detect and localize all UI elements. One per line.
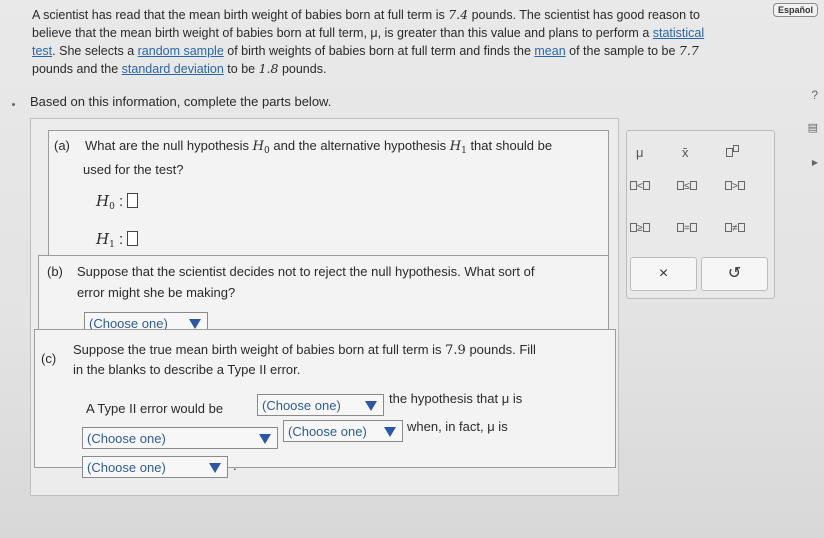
part-a-question: What are the null hypothesis H0 and the … <box>85 138 553 156</box>
sentence-period: . <box>233 458 237 473</box>
clear-button[interactable]: × <box>630 257 697 291</box>
type2-action-dropdown[interactable]: (Choose one) <box>257 394 384 416</box>
page: Español A scientist has read that the me… <box>0 0 824 538</box>
type2-sentence-end: when, in fact, μ is <box>407 419 508 434</box>
type2-sentence-start: A Type II error would be <box>86 401 224 416</box>
language-button[interactable]: Español <box>772 3 818 17</box>
link-statistical-test[interactable]: statistical <box>653 26 704 40</box>
bullet <box>12 103 15 106</box>
type2-condition-dropdown[interactable]: (Choose one) <box>283 420 403 442</box>
calculator-icon[interactable]: ▤ <box>808 121 818 134</box>
undo-button[interactable]: ↺ <box>701 257 768 291</box>
link-mean[interactable]: mean <box>534 44 565 58</box>
part-a-question-cont: used for the test? <box>83 162 184 177</box>
chevron-down-icon <box>384 427 396 437</box>
not-equal-key[interactable]: ≠ <box>725 223 745 234</box>
type2-hypothesis-dropdown[interactable]: (Choose one) <box>82 427 278 449</box>
xbar-key[interactable]: x̄ <box>682 145 689 160</box>
less-than-key[interactable]: < <box>630 181 650 192</box>
less-equal-key[interactable]: ≤ <box>677 181 697 192</box>
play-icon[interactable]: ▶ <box>812 158 818 167</box>
part-b-question: Suppose that the scientist decides not t… <box>77 264 535 279</box>
problem-intro: A scientist has read that the mean birth… <box>32 7 705 76</box>
greater-equal-key[interactable]: ≥ <box>630 223 650 234</box>
null-hypothesis-input[interactable] <box>127 193 139 208</box>
type2-truth-dropdown[interactable]: (Choose one) <box>82 456 228 478</box>
math-palette: μ x̄ < ≤ > ≥ = ≠ × ↺ <box>626 130 775 299</box>
superscript-key[interactable] <box>726 145 739 159</box>
alt-hypothesis-row: H1 : <box>96 230 139 250</box>
null-hypothesis-row: H0 : <box>96 192 139 212</box>
greater-than-key[interactable]: > <box>725 181 745 192</box>
type2-sentence-mid: the hypothesis that μ is <box>389 391 523 406</box>
part-c-question: Suppose the true mean birth weight of ba… <box>73 342 536 377</box>
part-b-question-cont: error might she be making? <box>77 285 236 300</box>
chevron-down-icon <box>259 434 271 444</box>
chevron-down-icon <box>209 463 221 473</box>
part-a-label: (a) <box>54 138 70 153</box>
help-icon[interactable]: ? <box>811 88 818 102</box>
alt-hypothesis-input[interactable] <box>127 231 139 246</box>
part-c-label: (c) <box>41 351 57 366</box>
instructions: Based on this information, complete the … <box>30 94 332 109</box>
chevron-down-icon <box>189 319 201 329</box>
part-b-label: (b) <box>47 264 63 279</box>
link-random-sample[interactable]: random sample <box>138 44 224 58</box>
equal-key[interactable]: = <box>677 223 697 234</box>
mu-key[interactable]: μ <box>636 145 644 160</box>
link-standard-deviation[interactable]: standard deviation <box>122 62 224 76</box>
chevron-down-icon <box>365 401 377 411</box>
link-test[interactable]: test <box>32 44 52 58</box>
